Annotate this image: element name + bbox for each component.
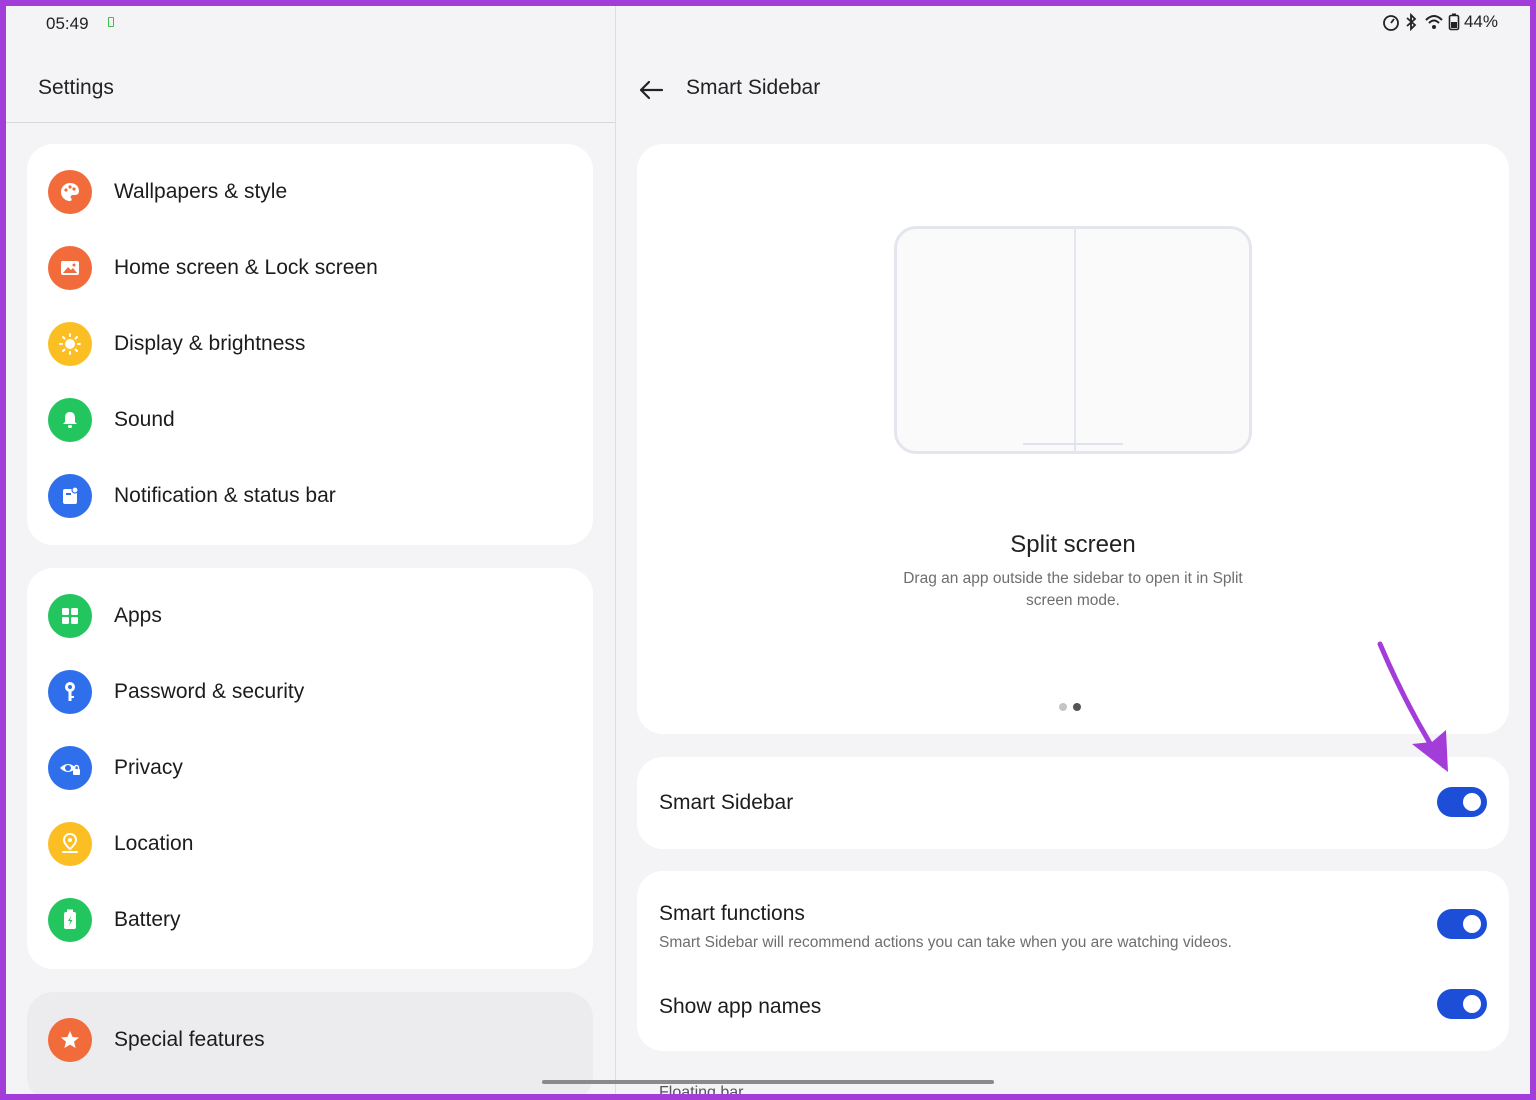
smart-functions-description: Smart Sidebar will recommend actions you…	[659, 934, 1232, 951]
menu-label: Notification & status bar	[114, 484, 336, 507]
menu-item-location[interactable]: Location	[27, 806, 593, 882]
back-arrow-icon[interactable]	[636, 76, 666, 104]
menu-item-password-security[interactable]: Password & security	[27, 654, 593, 730]
smart-functions-toggle[interactable]	[1437, 909, 1487, 939]
menu-label: Apps	[114, 604, 162, 627]
smart-sidebar-toggle[interactable]	[1437, 787, 1487, 817]
menu-label: Home screen & Lock screen	[114, 256, 378, 279]
menu-label: Password & security	[114, 680, 305, 703]
eye-lock-icon	[48, 746, 92, 790]
image-icon	[48, 246, 92, 290]
floating-bar-label[interactable]: Floating bar	[659, 1084, 744, 1094]
menu-label: Display & brightness	[114, 332, 306, 355]
sun-icon	[48, 322, 92, 366]
page-title: Smart Sidebar	[686, 76, 821, 99]
location-pin-icon	[48, 822, 92, 866]
gesture-nav-bar[interactable]	[542, 1080, 994, 1084]
device-home-bar	[1023, 443, 1123, 445]
tablet-screen: 05:49 44% Settings Wallpapers & style Ho…	[6, 6, 1530, 1094]
battery-icon	[48, 898, 92, 942]
menu-item-notification-status-bar[interactable]: Notification & status bar	[27, 458, 593, 534]
annotation-arrow-icon	[1377, 641, 1448, 772]
menu-label: Battery	[114, 908, 181, 931]
header-divider	[6, 122, 615, 123]
battery-icon	[1448, 13, 1460, 31]
smart-options-card: Smart functions Smart Sidebar will recom…	[637, 871, 1509, 1051]
menu-label: Wallpapers & style	[114, 180, 288, 203]
show-app-names-label: Show app names	[659, 995, 822, 1018]
notification-icon	[48, 474, 92, 518]
menu-item-sound[interactable]: Sound	[27, 382, 593, 458]
menu-item-apps[interactable]: Apps	[27, 578, 593, 654]
carousel-dot[interactable]	[1059, 703, 1067, 711]
menu-item-display-brightness[interactable]: Display & brightness	[27, 306, 593, 382]
palette-icon	[48, 170, 92, 214]
settings-group-3: Special features	[27, 992, 593, 1094]
preview-title: Split screen	[1010, 531, 1136, 558]
menu-label: Privacy	[114, 756, 183, 779]
status-icons: 44%	[1382, 12, 1498, 32]
bluetooth-icon	[1406, 13, 1417, 31]
menu-label: Location	[114, 832, 194, 855]
speed-gauge-icon	[1383, 15, 1399, 31]
menu-label: Sound	[114, 408, 175, 431]
bell-icon	[48, 398, 92, 442]
menu-item-home-lock-screen[interactable]: Home screen & Lock screen	[27, 230, 593, 306]
settings-group-1: Wallpapers & style Home screen & Lock sc…	[27, 144, 593, 545]
settings-group-2: Apps Password & security Privacy Locatio…	[27, 568, 593, 969]
menu-item-wallpapers[interactable]: Wallpapers & style	[27, 154, 593, 230]
menu-label: Special features	[114, 1028, 265, 1051]
battery-percent: 44%	[1463, 12, 1498, 31]
smart-sidebar-label: Smart Sidebar	[659, 791, 794, 814]
smart-functions-label: Smart functions	[659, 902, 805, 925]
menu-item-privacy[interactable]: Privacy	[27, 730, 593, 806]
status-time: 05:49	[46, 14, 89, 33]
carousel-dot-active[interactable]	[1073, 703, 1081, 711]
menu-item-special-features[interactable]: Special features	[27, 1002, 593, 1078]
pane-divider	[615, 6, 616, 1094]
charging-battery-icon	[108, 17, 114, 27]
carousel-dots[interactable]	[1059, 703, 1081, 711]
menu-item-battery[interactable]: Battery	[27, 882, 593, 958]
split-screen-illustration	[894, 226, 1252, 454]
star-icon	[48, 1018, 92, 1062]
split-divider	[1074, 229, 1076, 451]
key-icon	[48, 670, 92, 714]
settings-title: Settings	[38, 76, 114, 99]
preview-description: Drag an app outside the sidebar to open …	[903, 570, 1243, 609]
apps-grid-icon	[48, 594, 92, 638]
show-app-names-toggle[interactable]	[1437, 989, 1487, 1019]
wifi-icon	[1425, 15, 1443, 29]
